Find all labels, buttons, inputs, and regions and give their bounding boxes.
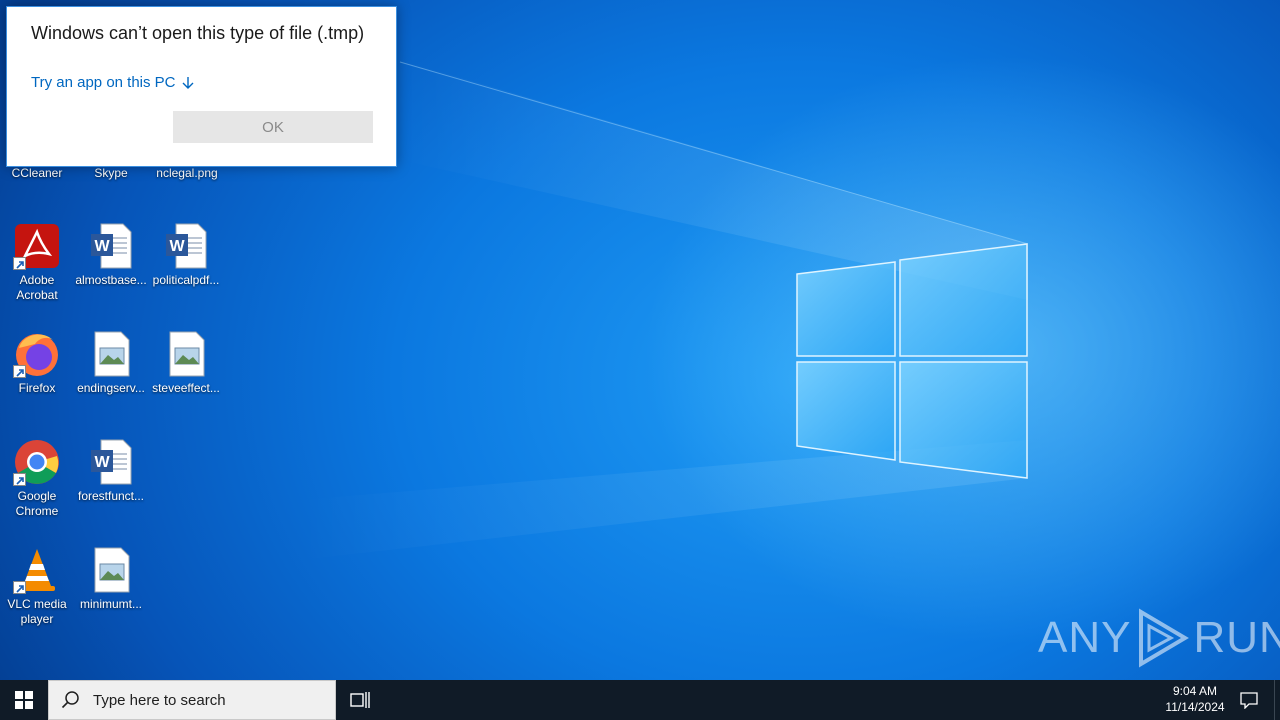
svg-text:W: W [169,238,185,255]
task-view-icon [350,692,370,708]
desktop-icon-endingserv[interactable]: endingserv... [73,330,149,396]
firefox-icon [13,330,61,378]
nclegal-label[interactable]: nclegal.png [149,166,225,180]
ok-button[interactable]: OK [173,111,373,143]
desktop-icon-almostbase[interactable]: W almostbase... [73,222,149,288]
open-with-dialog: Windows can’t open this type of file (.t… [6,6,397,167]
arrow-down-icon [182,76,194,89]
desktop-icon-google-chrome[interactable]: Google Chrome [0,438,75,519]
task-view-button[interactable] [344,680,376,720]
vlc-icon [13,546,61,594]
image-file-icon [87,330,135,378]
desktop-icon-label: almostbase... [75,273,147,287]
desktop-icon-label: forestfunct... [77,489,145,503]
ccleaner-label[interactable]: CCleaner [0,166,75,180]
desktop-icon-label: politicalpdf... [152,273,220,287]
svg-text:W: W [94,454,110,471]
desktop-icon-vlc[interactable]: VLC media player [0,546,75,627]
try-app-link-label: Try an app on this PC [31,74,176,91]
desktop-icon-label: Firefox [18,381,56,395]
desktop-icon-minimumt[interactable]: minimumt... [73,546,149,612]
taskbar-search-box[interactable]: Type here to search [48,680,336,720]
windows-logo-icon [15,691,33,709]
system-clock[interactable]: 9:04 AM 11/14/2024 [1156,683,1234,717]
desktop-icon-label: steveeffect... [152,381,220,395]
chrome-icon [13,438,61,486]
svg-text:W: W [94,238,110,255]
desktop-icon-politicalpdf[interactable]: W politicalpdf... [148,222,224,288]
taskbar: Type here to search 9:04 AM 11/14/2024 [0,680,1280,720]
dialog-title: Windows can’t open this type of file (.t… [31,23,365,43]
try-app-link[interactable]: Try an app on this PC [31,74,194,91]
start-button[interactable] [0,680,48,720]
watermark-text-left: ANY [1038,613,1132,662]
desktop-icon-steveeffect[interactable]: steveeffect... [148,330,224,396]
desktop-icon-label: Adobe Acrobat [16,273,58,302]
image-file-icon [87,546,135,594]
desktop-icon-label: VLC media player [7,597,67,626]
action-center-button[interactable] [1234,680,1264,720]
clock-date: 11/14/2024 [1165,700,1225,714]
word-document-icon: W [87,222,135,270]
watermark-text-right: RUN [1193,613,1280,662]
show-desktop-button[interactable] [1274,680,1280,720]
notification-icon [1240,692,1258,709]
desktop-icon-label: endingserv... [77,381,145,395]
anyrun-watermark: ANY RUN [1038,608,1280,668]
image-file-icon [162,330,210,378]
search-icon [61,691,79,709]
word-document-icon: W [162,222,210,270]
adobe-acrobat-icon [13,222,61,270]
desktop-icon-firefox[interactable]: Firefox [0,330,75,396]
desktop-icon-forestfunct[interactable]: W forestfunct... [73,438,149,504]
play-icon [1139,608,1190,668]
word-document-icon: W [87,438,135,486]
desktop-icon-adobe-acrobat[interactable]: Adobe Acrobat [0,222,75,303]
desktop-icon-label: minimumt... [79,597,142,611]
clock-time: 9:04 AM [1172,684,1218,698]
search-placeholder: Type here to search [93,691,226,709]
desktop-icon-label: Google Chrome [15,489,59,518]
skype-label[interactable]: Skype [73,166,149,180]
